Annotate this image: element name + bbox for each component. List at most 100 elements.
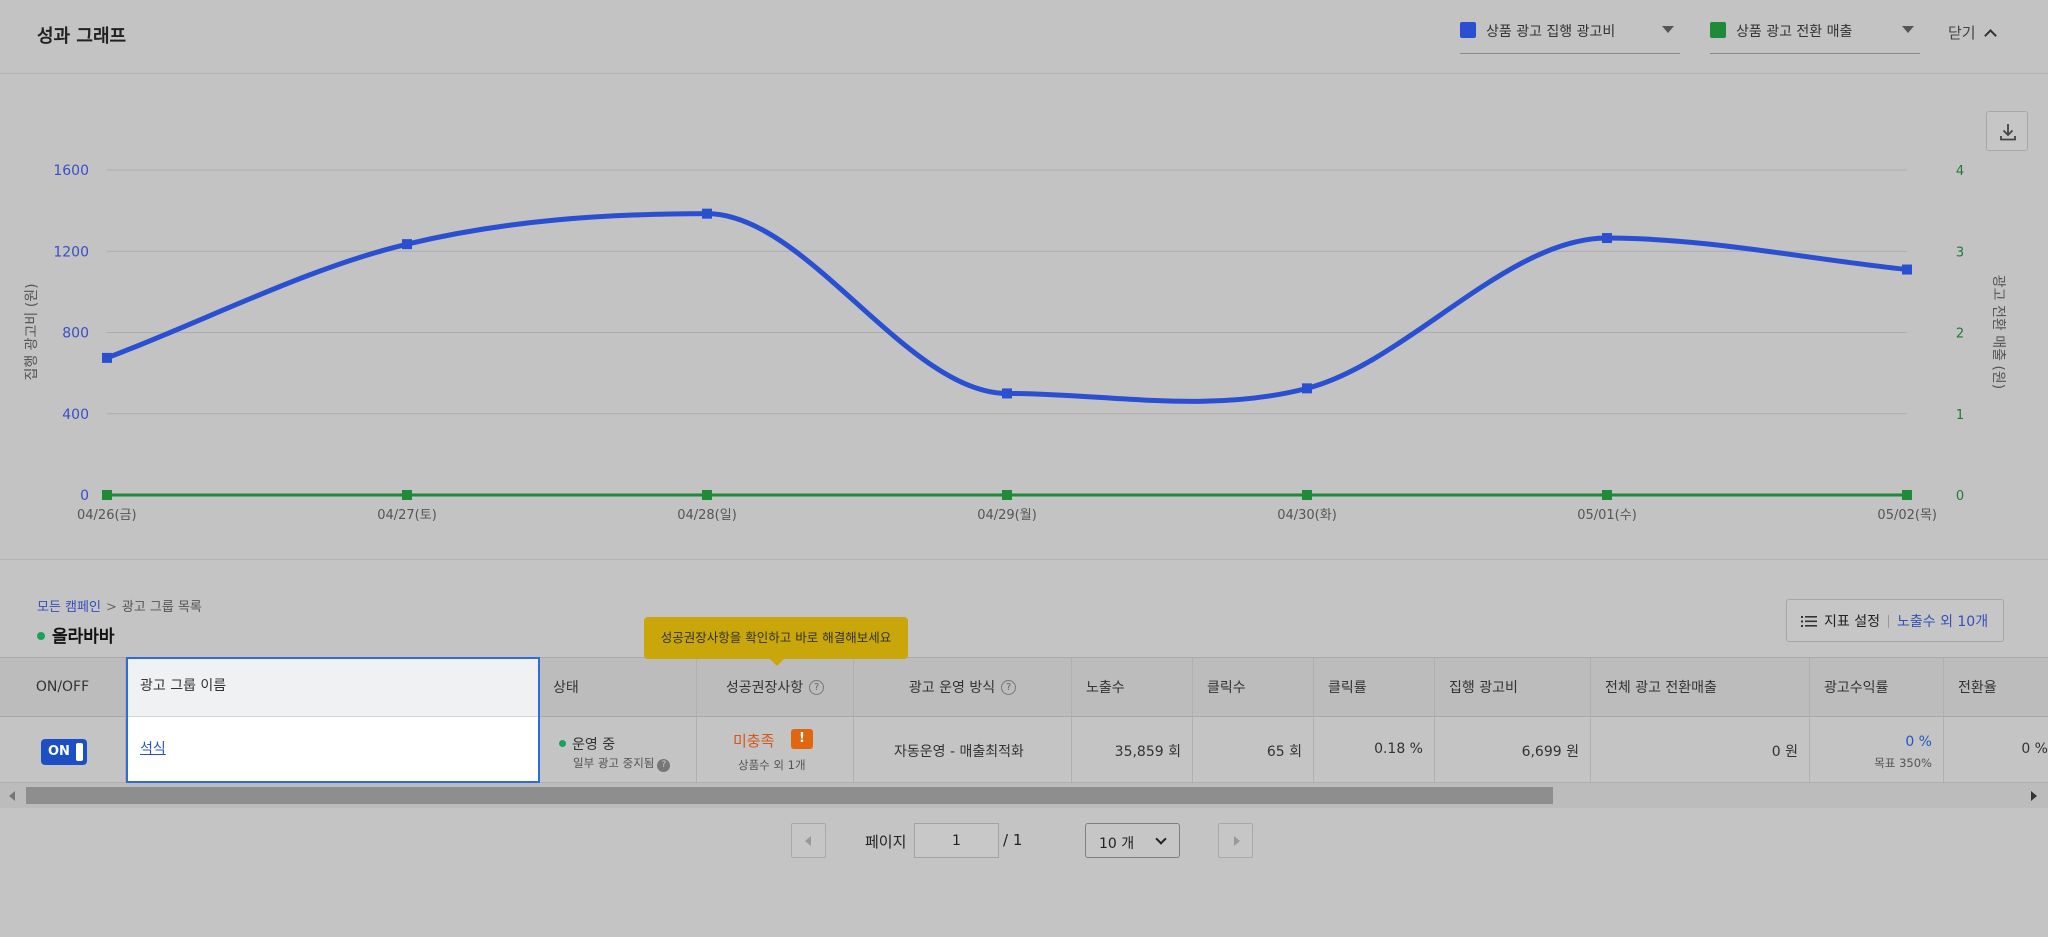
series-color-swatch bbox=[1710, 22, 1726, 38]
scroll-right-arrow-icon[interactable] bbox=[2031, 791, 2037, 801]
x-tick-label: 05/02(목) bbox=[1877, 508, 1937, 523]
revenue-data-point bbox=[1002, 490, 1012, 500]
campaign-name: 올라바바 bbox=[52, 627, 115, 647]
page-label: 페이지 bbox=[865, 833, 907, 851]
on-off-toggle[interactable]: ON bbox=[41, 739, 87, 765]
campaign-title: 올라바바 bbox=[37, 622, 115, 647]
y-tick-label-right: 3 bbox=[1956, 245, 1964, 260]
divider bbox=[128, 716, 538, 717]
prev-page-button[interactable] bbox=[791, 823, 826, 858]
y-axis-label-left: 집행 광고비 (원) bbox=[24, 283, 40, 380]
ad-group-name-link[interactable]: 석식 bbox=[140, 738, 166, 758]
recommendation-status[interactable]: 미충족 bbox=[733, 730, 774, 751]
revenue-data-point bbox=[1602, 490, 1612, 500]
impressions-value: 35,859 회 bbox=[1114, 744, 1181, 760]
spend-value: 6,699 원 bbox=[1521, 744, 1579, 760]
header-status: 상태 bbox=[540, 658, 697, 716]
horizontal-scrollbar[interactable] bbox=[0, 783, 2048, 808]
chevron-down-icon bbox=[1155, 833, 1167, 845]
header-operation-method: 광고 운영 방식? bbox=[854, 658, 1072, 716]
next-page-button[interactable] bbox=[1218, 823, 1253, 858]
recommendation-subtext: 상품수 외 1개 bbox=[738, 758, 806, 772]
close-label: 닫기 bbox=[1948, 24, 1976, 42]
y-tick-label-right: 4 bbox=[1956, 164, 1964, 179]
roas-target: 목표 350% bbox=[1874, 756, 1932, 770]
y-tick-label-right: 1 bbox=[1956, 408, 1964, 423]
tooltip-arrow bbox=[770, 659, 784, 666]
tooltip-text: 성공권장사항을 확인하고 바로 해결해보세요 bbox=[660, 630, 892, 645]
page-number-input[interactable] bbox=[914, 823, 999, 858]
metric-select-revenue[interactable]: 상품 광고 전환 매출 bbox=[1710, 16, 1920, 54]
y-tick-label-left: 0 bbox=[80, 488, 89, 504]
scroll-left-arrow-icon[interactable] bbox=[9, 791, 15, 801]
header-recommendation-label: 성공권장사항 bbox=[725, 680, 804, 696]
header-ctr[interactable]: 클릭률 bbox=[1314, 658, 1435, 716]
header-onoff: ON/OFF bbox=[0, 658, 126, 716]
status-label: 운영 중 bbox=[572, 737, 616, 753]
help-icon[interactable]: ? bbox=[657, 759, 671, 772]
spend-data-point bbox=[102, 352, 112, 363]
header-operation-method-label: 광고 운영 방식 bbox=[908, 680, 996, 696]
header-revenue[interactable]: 전체 광고 전환매출 bbox=[1591, 658, 1810, 716]
scrollbar-thumb[interactable] bbox=[26, 787, 1553, 804]
focused-column-cell-bg bbox=[128, 717, 538, 781]
header-ad-group-name-label: 광고 그룹 이름 bbox=[140, 678, 227, 694]
y-tick-label-left: 1200 bbox=[53, 244, 89, 260]
breadcrumb-separator: > bbox=[105, 600, 117, 615]
x-tick-label: 04/28(일) bbox=[677, 508, 737, 523]
conversion-rate-value: 0 % bbox=[2021, 741, 2048, 757]
revenue-data-point bbox=[102, 490, 112, 500]
graph-header: 성과 그래프 상품 광고 집행 광고비 상품 광고 전환 매출 닫기 bbox=[0, 0, 2048, 74]
revenue-data-point bbox=[402, 490, 412, 500]
warning-badge-icon: ! bbox=[791, 729, 813, 749]
close-graph-toggle[interactable]: 닫기 bbox=[1948, 22, 1997, 43]
header-recommendation: 성공권장사항? bbox=[697, 658, 854, 716]
header-roas[interactable]: 광고수익률 bbox=[1810, 658, 1944, 716]
help-icon[interactable]: ? bbox=[1001, 679, 1017, 695]
status-text: 운영 중 bbox=[559, 734, 615, 754]
help-icon[interactable]: ? bbox=[809, 679, 825, 695]
divider bbox=[1887, 615, 1889, 628]
spend-series-line bbox=[106, 211, 1908, 404]
revenue-data-point bbox=[1302, 490, 1312, 500]
status-dot-icon bbox=[37, 632, 45, 640]
clicks-value: 65 회 bbox=[1266, 744, 1302, 760]
metric-select-spend[interactable]: 상품 광고 집행 광고비 bbox=[1460, 16, 1680, 54]
chevron-up-icon bbox=[1983, 29, 1997, 42]
revenue-value: 0 원 bbox=[1771, 744, 1798, 760]
y-tick-label-left: 800 bbox=[62, 326, 89, 342]
recommendation-tooltip: 성공권장사항을 확인하고 바로 해결해보세요 bbox=[644, 617, 908, 666]
page-size-value: 10 개 bbox=[1099, 836, 1135, 852]
y-axis-label-right: 광고 전환 매출 (원) bbox=[1990, 275, 2006, 389]
spend-data-point bbox=[1302, 383, 1312, 394]
metric-settings-button[interactable]: 지표 설정 노출수 외 10개 bbox=[1786, 599, 2004, 642]
toggle-knob bbox=[76, 743, 83, 761]
performance-graph-panel: 성과 그래프 상품 광고 집행 광고비 상품 광고 전환 매출 닫기 0 400 8… bbox=[0, 0, 2048, 560]
spend-data-point bbox=[1902, 264, 1912, 275]
list-icon bbox=[1801, 616, 1817, 627]
breadcrumb-root-link[interactable]: 모든 캠페인 bbox=[37, 600, 101, 615]
page-size-select[interactable]: 10 개 bbox=[1085, 823, 1180, 858]
ctr-value: 0.18 % bbox=[1374, 741, 1423, 757]
graph-title: 성과 그래프 bbox=[37, 26, 127, 47]
status-subtext: 일부 광고 중지됨? bbox=[573, 755, 671, 772]
chart-series bbox=[102, 208, 1912, 500]
operation-method-value: 자동운영 - 매출최적화 bbox=[894, 744, 1024, 760]
x-tick-label: 04/30(화) bbox=[1277, 508, 1337, 523]
spend-data-point bbox=[1602, 233, 1612, 244]
chevron-left-icon bbox=[805, 836, 811, 846]
y-tick-label-left: 400 bbox=[62, 407, 89, 423]
y-tick-label-right: 0 bbox=[1956, 489, 1964, 504]
header-impressions[interactable]: 노출수 bbox=[1072, 658, 1193, 716]
header-conversion-rate[interactable]: 전환율 bbox=[1944, 658, 2048, 716]
spend-data-point bbox=[1002, 388, 1012, 399]
breadcrumb: 모든 캠페인 > 광고 그룹 목록 bbox=[37, 596, 202, 615]
header-spend[interactable]: 집행 광고비 bbox=[1435, 658, 1591, 716]
breadcrumb-current: 광고 그룹 목록 bbox=[121, 600, 202, 615]
y-tick-label-right: 2 bbox=[1956, 327, 1964, 342]
chevron-right-icon bbox=[1234, 836, 1240, 846]
header-clicks[interactable]: 클릭수 bbox=[1193, 658, 1314, 716]
metric-select-label: 상품 광고 전환 매출 bbox=[1736, 24, 1853, 40]
chart-axes: 0 400 800 1200 1600 0 1 2 3 4 04/26(금) 04/27(토) 04/2… bbox=[24, 163, 2006, 523]
page-total: / 1 bbox=[1003, 831, 1023, 849]
